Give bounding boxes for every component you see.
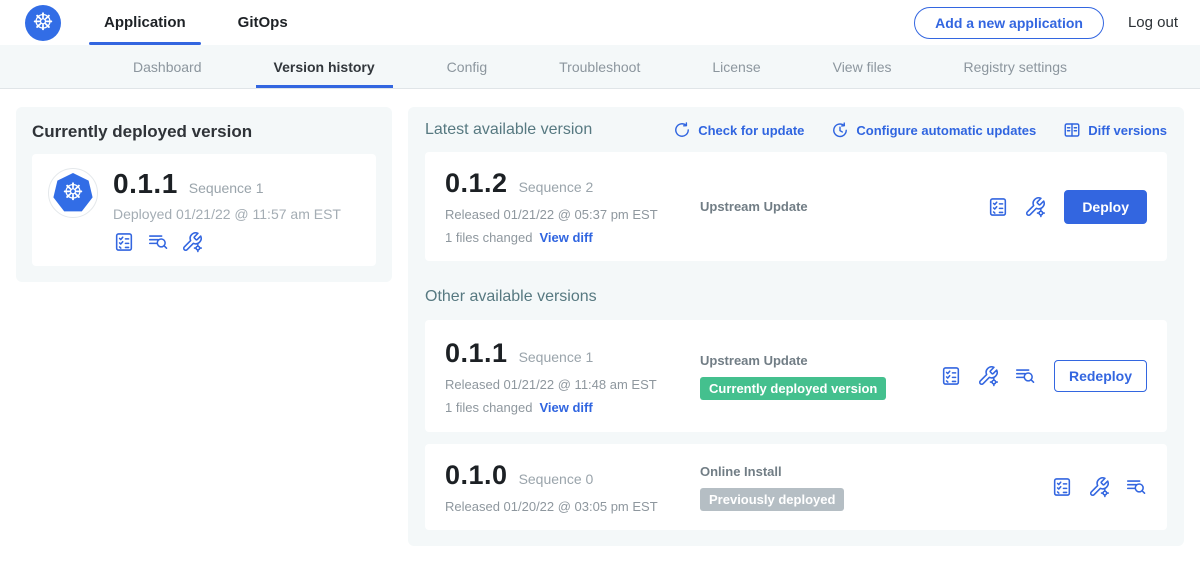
currently-deployed-panel: Currently deployed version ☸ 0.1.1 Seque… [16,107,392,282]
tab-application-label: Application [104,14,186,31]
currently-deployed-badge: Currently deployed version [700,377,886,400]
preflight-checks-icon[interactable] [940,365,962,387]
top-nav-right: Add a new application Log out [914,0,1200,45]
edit-config-icon[interactable] [1024,196,1046,218]
currently-deployed-title: Currently deployed version [32,122,376,142]
subnav-tab-registry-settings[interactable]: Registry settings [946,45,1085,88]
deployed-timestamp: Deployed 01/21/22 @ 11:57 am EST [113,206,341,222]
version-card-actions: Deploy [987,190,1147,224]
version-card-0-1-0: 0.1.0 Sequence 0 Released 01/20/22 @ 03:… [425,444,1167,530]
view-logs-icon[interactable] [147,231,169,253]
subnav-tab-dashboard[interactable]: Dashboard [115,45,220,88]
version-number: 0.1.1 [445,338,508,369]
app-tabs: Application GitOps [89,0,325,45]
version-number: 0.1.2 [445,168,508,199]
edit-config-icon[interactable] [181,231,203,253]
latest-available-title: Latest available version [425,121,592,139]
view-diff-link[interactable]: View diff [539,230,592,245]
version-info: 0.1.0 Sequence 0 Released 01/20/22 @ 03:… [445,460,700,514]
configure-automatic-updates-link[interactable]: Configure automatic updates [831,121,1036,139]
add-application-button[interactable]: Add a new application [914,7,1104,39]
source-label: Upstream Update [700,353,940,368]
view-logs-icon[interactable] [1014,365,1036,387]
view-logs-icon[interactable] [1125,476,1147,498]
edit-config-icon[interactable] [1088,476,1110,498]
top-nav: ☸ Application GitOps Add a new applicati… [0,0,1200,45]
version-source: Upstream Update Currently deployed versi… [700,353,940,400]
kubernetes-logo-icon: ☸ [25,5,61,41]
source-label: Online Install [700,464,1051,479]
tab-gitops-label: GitOps [238,14,288,31]
version-info: 0.1.2 Sequence 2 Released 01/21/22 @ 05:… [445,168,700,245]
refresh-icon [673,121,691,139]
deployed-version-number: 0.1.1 [113,168,178,200]
version-source: Upstream Update [700,199,987,214]
view-diff-link[interactable]: View diff [539,400,592,415]
version-actions: Check for update Configure automatic upd… [673,121,1167,139]
version-number: 0.1.0 [445,460,508,491]
subnav-tab-troubleshoot[interactable]: Troubleshoot [541,45,658,88]
subnav-tab-view-files[interactable]: View files [815,45,910,88]
configure-automatic-updates-label: Configure automatic updates [856,123,1036,138]
deployed-sequence-label: Sequence 1 [189,180,264,196]
version-card-actions: Redeploy [940,360,1147,392]
diff-versions-label: Diff versions [1088,123,1167,138]
diff-versions-link[interactable]: Diff versions [1063,121,1167,139]
subnav-tab-config[interactable]: Config [429,45,505,88]
deployed-version-info: 0.1.1 Sequence 1 Deployed 01/21/22 @ 11:… [113,168,341,253]
tab-application[interactable]: Application [89,0,201,45]
subnav-tab-license[interactable]: License [694,45,778,88]
files-changed-label: 1 files changed [445,230,532,245]
deploy-button[interactable]: Deploy [1064,190,1147,224]
version-info: 0.1.1 Sequence 1 Released 01/21/22 @ 11:… [445,338,700,415]
other-versions-title: Other available versions [425,288,1167,306]
released-timestamp: Released 01/20/22 @ 03:05 pm EST [445,499,700,514]
app-logo: ☸ [48,168,98,218]
source-label: Upstream Update [700,199,987,214]
previously-deployed-badge: Previously deployed [700,488,844,511]
app-subnav: Dashboard Version history Config Trouble… [0,45,1200,89]
redeploy-button[interactable]: Redeploy [1054,360,1147,392]
version-card-0-1-2: 0.1.2 Sequence 2 Released 01/21/22 @ 05:… [425,152,1167,261]
preflight-checks-icon[interactable] [987,196,1009,218]
preflight-checks-icon[interactable] [113,231,135,253]
logout-button[interactable]: Log out [1128,14,1178,31]
schedule-update-icon [831,121,849,139]
files-changed-label: 1 files changed [445,400,532,415]
version-card-0-1-1: 0.1.1 Sequence 1 Released 01/21/22 @ 11:… [425,320,1167,432]
preflight-checks-icon[interactable] [1051,476,1073,498]
kubernetes-app-icon: ☸ [53,173,93,213]
check-for-update-label: Check for update [698,123,804,138]
main-content: Currently deployed version ☸ 0.1.1 Seque… [16,107,1184,546]
sequence-label: Sequence 0 [519,471,594,487]
released-timestamp: Released 01/21/22 @ 11:48 am EST [445,377,700,392]
sequence-label: Sequence 2 [519,179,594,195]
subnav-tab-version-history[interactable]: Version history [256,45,393,88]
edit-config-icon[interactable] [977,365,999,387]
version-card-actions [1051,476,1147,498]
sequence-label: Sequence 1 [519,349,594,365]
version-source: Online Install Previously deployed [700,464,1051,511]
released-timestamp: Released 01/21/22 @ 05:37 pm EST [445,207,700,222]
deployed-version-card: ☸ 0.1.1 Sequence 1 Deployed 01/21/22 @ 1… [32,154,376,266]
check-for-update-link[interactable]: Check for update [673,121,804,139]
diff-icon [1063,121,1081,139]
version-history-panel: Latest available version Check for updat… [408,107,1184,546]
tab-gitops[interactable]: GitOps [223,0,303,45]
